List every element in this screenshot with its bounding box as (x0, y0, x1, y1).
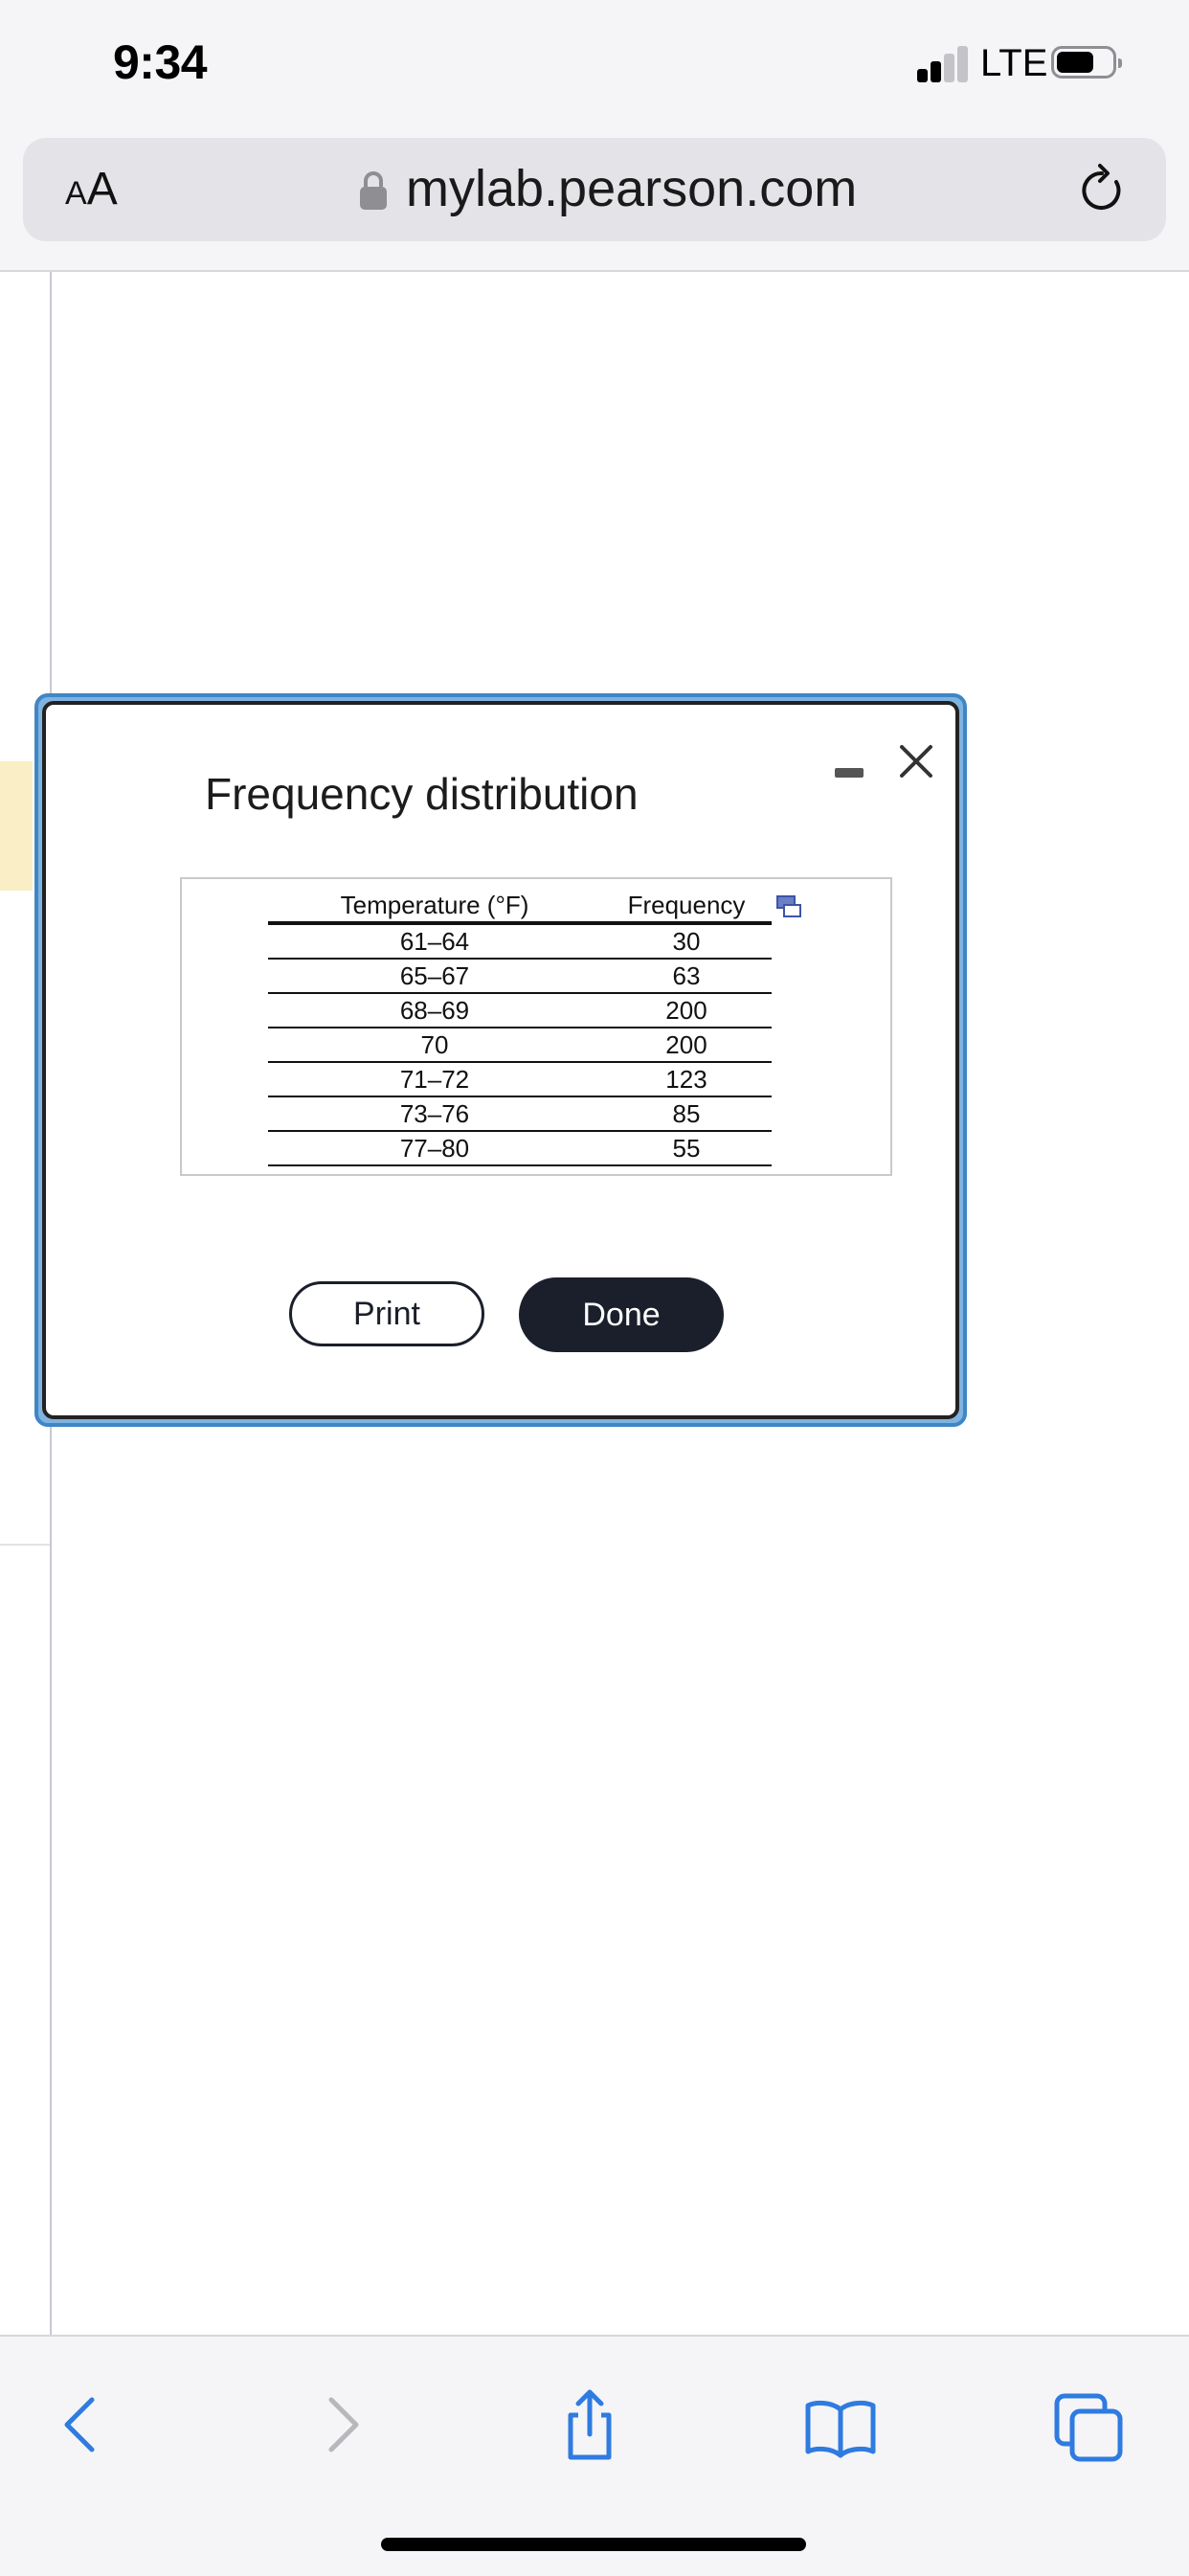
frequency-cell: 55 (601, 1131, 772, 1166)
table-row: 73–76 85 (268, 1096, 772, 1132)
share-icon[interactable] (551, 2386, 628, 2463)
print-button[interactable]: Print (289, 1281, 484, 1346)
lock-icon (360, 171, 387, 210)
frequency-table: Temperature (°F) Frequency 61–64 30 65–6… (268, 889, 772, 1166)
temperature-cell: 73–76 (268, 1096, 601, 1132)
table-row: 65–67 63 (268, 959, 772, 994)
temperature-cell: 70 (268, 1028, 601, 1063)
table-row: 61–64 30 (268, 923, 772, 960)
page-highlight-tab (0, 761, 33, 891)
dialog-title: Frequency distribution (205, 769, 639, 819)
browser-top-chrome: 9:34 LTE AA mylab.pearson.com (0, 0, 1189, 272)
cellular-signal-icon (917, 42, 968, 82)
url-text[interactable]: mylab.pearson.com (406, 159, 857, 218)
table-row: 70 200 (268, 1028, 772, 1063)
minimize-button[interactable] (831, 751, 869, 789)
column-header-temperature: Temperature (°F) (268, 889, 601, 925)
copy-to-clipboard-icon[interactable] (775, 894, 802, 919)
tabs-icon[interactable] (1051, 2386, 1128, 2463)
network-type: LTE (980, 42, 1048, 84)
address-bar[interactable]: AA mylab.pearson.com (23, 138, 1166, 241)
frequency-cell: 85 (601, 1096, 772, 1132)
frequency-cell: 63 (601, 959, 772, 994)
frequency-cell: 200 (601, 1028, 772, 1063)
table-row: 71–72 123 (268, 1062, 772, 1097)
home-indicator (381, 2538, 806, 2551)
column-header-frequency: Frequency (601, 889, 772, 925)
temperature-cell: 68–69 (268, 993, 601, 1028)
table-row: 77–80 55 (268, 1131, 772, 1166)
temperature-cell: 77–80 (268, 1131, 601, 1166)
bookmarks-icon[interactable] (802, 2386, 879, 2463)
page-divider (0, 1544, 50, 1546)
frequency-table-box: Temperature (°F) Frequency 61–64 30 65–6… (180, 877, 892, 1176)
frequency-cell: 30 (601, 923, 772, 960)
status-time: 9:34 (113, 35, 208, 89)
frequency-cell: 200 (601, 993, 772, 1028)
battery-icon (1051, 46, 1122, 79)
temperature-cell: 61–64 (268, 923, 601, 960)
frequency-cell: 123 (601, 1062, 772, 1097)
dialog-body: Frequency distribution Temperature (°F) … (42, 701, 959, 1419)
text-size-large-a: A (86, 164, 118, 215)
frequency-distribution-dialog: Frequency distribution Temperature (°F) … (34, 693, 967, 1427)
temperature-cell: 65–67 (268, 959, 601, 994)
browser-bottom-toolbar (0, 2335, 1189, 2576)
close-icon[interactable] (894, 739, 938, 783)
text-size-small-a: A (65, 175, 87, 212)
reload-icon[interactable] (1074, 163, 1130, 218)
table-row: 68–69 200 (268, 993, 772, 1028)
done-button[interactable]: Done (519, 1277, 724, 1352)
table-header-row: Temperature (°F) Frequency (268, 889, 772, 925)
temperature-cell: 71–72 (268, 1062, 601, 1097)
forward-icon[interactable] (303, 2386, 379, 2463)
back-icon[interactable] (44, 2386, 121, 2463)
text-size-button[interactable]: AA (65, 163, 118, 215)
